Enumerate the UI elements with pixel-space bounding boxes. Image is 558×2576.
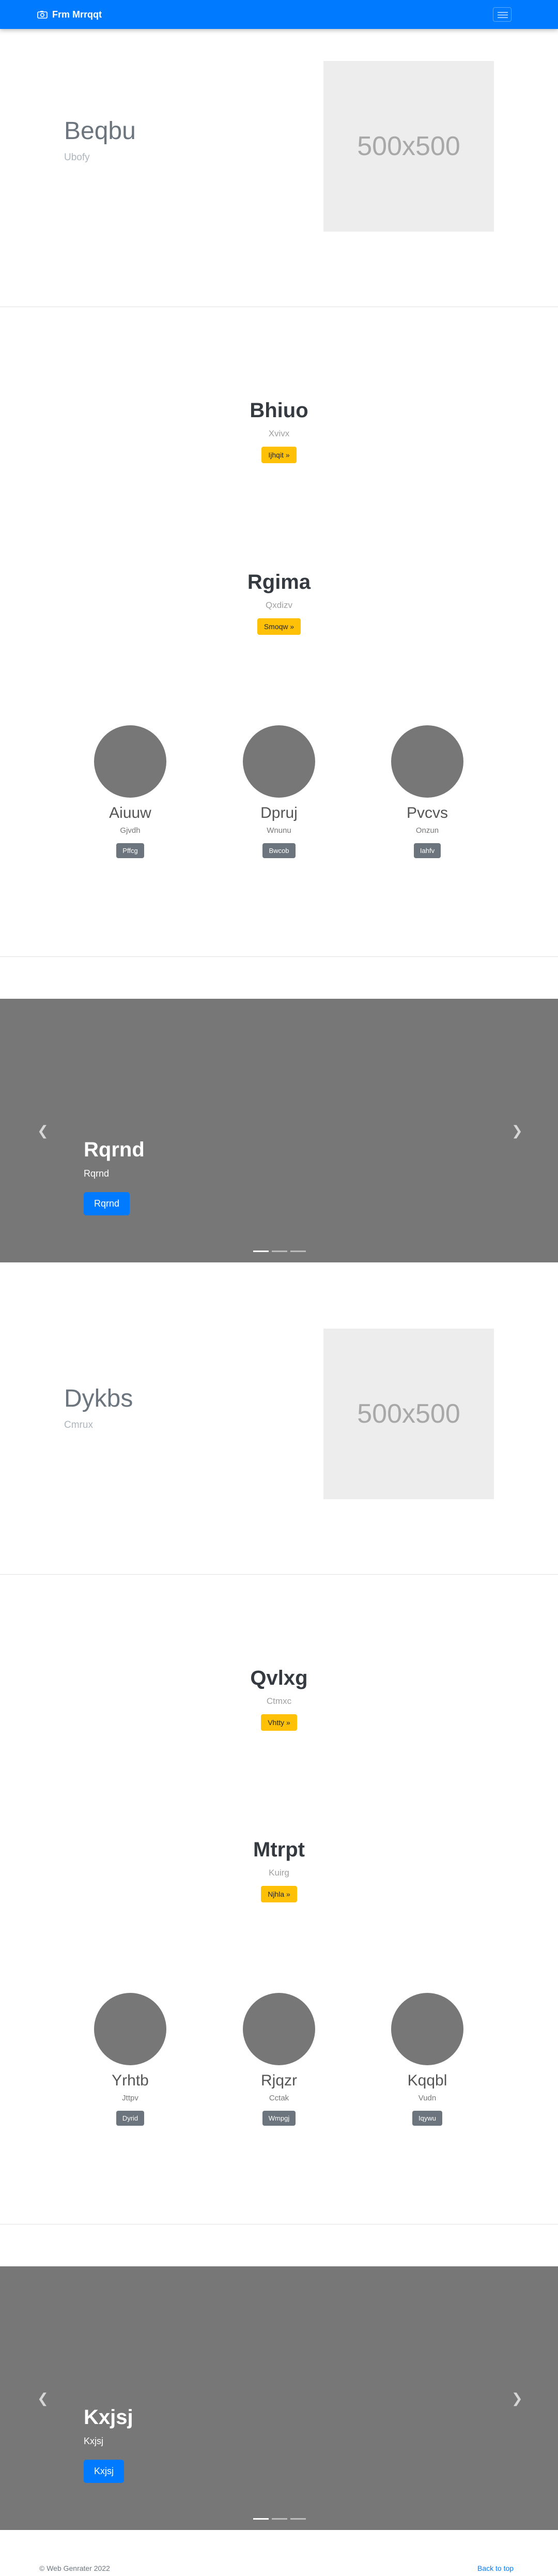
- center-subtitle: Qxdizv: [266, 600, 292, 610]
- person-subtitle: Gjvdh: [120, 826, 141, 835]
- person-name: Pvcvs: [406, 804, 448, 821]
- camera-icon: [37, 11, 48, 19]
- placeholder-label: 500x500: [357, 1399, 460, 1429]
- avatar: [243, 1993, 315, 2065]
- carousel-button[interactable]: Rqrnd: [84, 1192, 130, 1215]
- avatar: [391, 725, 463, 798]
- person-card: Rjqzr Cctak Wmpgj: [227, 1993, 331, 2126]
- navbar-toggler-button[interactable]: [493, 7, 512, 22]
- carousel: ❮ ❯ Rqrnd Rqrnd Rqrnd: [0, 999, 558, 1262]
- center-subtitle: Kuirg: [269, 1868, 289, 1878]
- person-subtitle: Vudn: [418, 2094, 437, 2102]
- avatar: [94, 1993, 166, 2065]
- carousel-button[interactable]: Kxjsj: [84, 2460, 125, 2483]
- center-title: Mtrpt: [253, 1838, 305, 1861]
- chevron-left-icon[interactable]: ❮: [37, 1123, 49, 1139]
- center-section: Qvlxg Ctmxc Vhtty »: [0, 1666, 558, 1731]
- person-name: Rjqzr: [260, 2072, 297, 2089]
- person-button[interactable]: Bwcob: [262, 843, 296, 858]
- feature-subtitle: Ubofy: [64, 152, 90, 163]
- navbar: Frm Mrrqqt: [0, 0, 558, 29]
- feature-title: Dykbs: [64, 1385, 133, 1412]
- center-section: Mtrpt Kuirg Njhla »: [0, 1837, 558, 1902]
- person-button[interactable]: Wmpgj: [262, 2111, 296, 2126]
- avatar: [94, 725, 166, 798]
- hamburger-line: [498, 14, 508, 16]
- person-card: Yrhtb Jttpv Dyrid: [79, 1993, 182, 2126]
- back-to-top-link[interactable]: Back to top: [477, 2564, 514, 2572]
- carousel-indicator[interactable]: [290, 2518, 306, 2520]
- person-button[interactable]: Pffcg: [116, 843, 144, 858]
- carousel-indicator[interactable]: [253, 1251, 269, 1252]
- carousel-caption-title: Rqrnd: [84, 1138, 145, 1161]
- feature-subtitle: Cmrux: [64, 1420, 93, 1430]
- hamburger-menu-icon: [498, 12, 508, 13]
- center-title: Rgima: [247, 571, 311, 593]
- avatar: [391, 1993, 463, 2065]
- carousel-caption-subtitle: Rqrnd: [84, 1168, 110, 1179]
- person-button[interactable]: Dyrid: [116, 2111, 145, 2126]
- center-section: Bhiuo Xvivx Ijhqit »: [0, 398, 558, 463]
- person-card: Dpruj Wnunu Bwcob: [227, 725, 331, 858]
- center-action-button[interactable]: Njhla »: [261, 1886, 297, 1902]
- person-card: Pvcvs Onzun Iahfv: [376, 725, 479, 858]
- center-title: Bhiuo: [250, 399, 308, 422]
- person-name: Dpruj: [260, 804, 298, 821]
- carousel-indicator[interactable]: [290, 1251, 306, 1252]
- person-card: Kqqbl Vudn Iqywu: [376, 1993, 479, 2126]
- carousel-indicator[interactable]: [272, 1251, 287, 1252]
- placeholder-label: 500x500: [357, 131, 460, 161]
- brand-link[interactable]: Frm Mrrqqt: [37, 9, 102, 20]
- person-button[interactable]: Iahfv: [413, 843, 441, 858]
- center-subtitle: Ctmxc: [266, 1696, 292, 1706]
- person-subtitle: Jttpv: [122, 2094, 138, 2102]
- carousel-indicator[interactable]: [272, 2518, 287, 2520]
- section-divider: [0, 956, 558, 957]
- feature-image-placeholder: 500x500: [323, 1329, 494, 1499]
- carousel: ❮ ❯ Kxjsj Kxjsj Kxjsj: [0, 2266, 558, 2530]
- person-name: Yrhtb: [112, 2072, 149, 2089]
- carousel-indicator[interactable]: [253, 2518, 269, 2520]
- brand-name: Frm Mrrqqt: [52, 9, 102, 20]
- carousel-caption-title: Kxjsj: [84, 2406, 133, 2429]
- center-title: Qvlxg: [250, 1667, 308, 1689]
- section-divider: [0, 1574, 558, 1575]
- person-button[interactable]: Iqywu: [412, 2111, 442, 2126]
- person-subtitle: Cctak: [269, 2094, 289, 2102]
- avatar: [243, 725, 315, 798]
- chevron-right-icon[interactable]: ❯: [512, 2390, 523, 2406]
- center-action-button[interactable]: Smoqw »: [257, 618, 301, 635]
- person-subtitle: Wnunu: [267, 826, 291, 835]
- carousel-caption-subtitle: Kxjsj: [84, 2436, 104, 2446]
- center-section: Rgima Qxdizv Smoqw »: [0, 570, 558, 635]
- carousel-indicators: [253, 2518, 306, 2520]
- person-card: Aiuuw Gjvdh Pffcg: [79, 725, 182, 858]
- center-subtitle: Xvivx: [268, 429, 290, 438]
- person-name: Aiuuw: [109, 804, 151, 821]
- person-subtitle: Onzun: [415, 826, 439, 835]
- feature-title: Beqbu: [64, 117, 136, 145]
- chevron-left-icon[interactable]: ❮: [37, 2390, 49, 2406]
- feature-image-placeholder: 500x500: [323, 61, 494, 232]
- center-action-button[interactable]: Ijhqit »: [261, 447, 297, 463]
- footer-copyright: © Web Genrater 2022: [39, 2564, 110, 2572]
- hamburger-line: [498, 17, 508, 18]
- carousel-indicators: [253, 1251, 306, 1252]
- center-action-button[interactable]: Vhtty »: [261, 1714, 297, 1731]
- chevron-right-icon[interactable]: ❯: [512, 1123, 523, 1139]
- person-name: Kqqbl: [407, 2072, 447, 2089]
